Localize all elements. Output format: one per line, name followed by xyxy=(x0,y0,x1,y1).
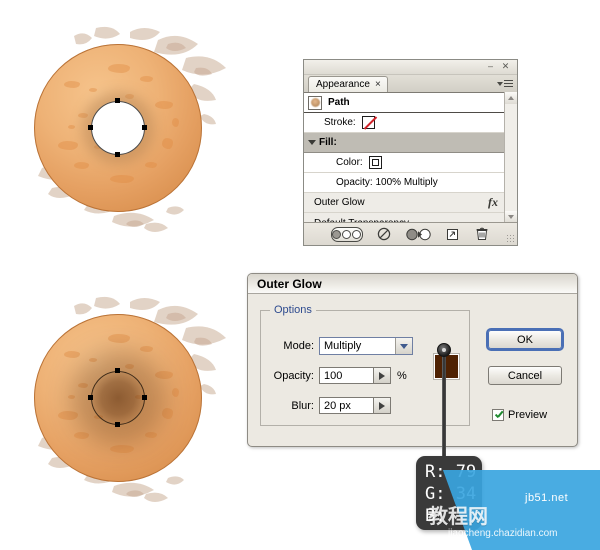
opacity-unit-label: % xyxy=(397,369,407,382)
preview-checkbox-row[interactable]: Preview xyxy=(492,409,547,421)
appearance-panel: – ✕ Appearance × Path Stroke: Fill: Colo… xyxy=(303,59,518,246)
donut-artwork-bottom xyxy=(18,288,238,508)
appearance-panel-footer xyxy=(304,222,517,245)
appearance-row-color-label: Color: xyxy=(336,157,363,168)
blur-label: Blur: xyxy=(291,399,314,412)
duplicate-item-button[interactable] xyxy=(444,227,461,241)
duplicate-page-icon xyxy=(446,228,458,240)
anchor-point-left xyxy=(88,395,93,400)
appearance-row-stroke-label: Stroke: xyxy=(324,117,356,128)
tab-close-icon[interactable]: × xyxy=(375,79,381,90)
clear-appearance-button[interactable] xyxy=(376,227,393,241)
panel-resize-gripper[interactable] xyxy=(506,234,515,243)
appearance-row-outer-glow-label: Outer Glow xyxy=(314,197,365,208)
appearance-row-outer-glow[interactable]: Outer Glow fx xyxy=(304,193,504,213)
reduce-to-basic-appearance-button[interactable] xyxy=(405,227,431,241)
close-icon[interactable]: ✕ xyxy=(500,62,511,72)
new-art-basic-appearance-button[interactable] xyxy=(330,226,363,242)
appearance-list: Path Stroke: Fill: Color: Opacity: 100% … xyxy=(304,92,504,223)
anchor-point-left xyxy=(88,125,93,130)
opacity-field-row: Opacity: 100 % xyxy=(262,367,407,384)
cancel-button[interactable]: Cancel xyxy=(488,366,562,385)
donut-artwork-top xyxy=(18,18,238,238)
minimize-icon[interactable]: – xyxy=(485,62,496,72)
delete-item-button[interactable] xyxy=(474,227,491,241)
watermark-site-label: jb51.net xyxy=(525,492,569,504)
chevron-down-icon[interactable] xyxy=(395,338,412,354)
appearance-row-opacity[interactable]: Opacity: 100% Multiply xyxy=(304,173,504,193)
opacity-stepper[interactable] xyxy=(374,367,391,384)
opacity-label: Opacity: xyxy=(273,369,314,382)
check-icon xyxy=(494,411,503,420)
donut-hole-top xyxy=(91,101,145,155)
rgb-g-value: G: 34 xyxy=(425,484,477,504)
anchor-point-bottom xyxy=(115,152,120,157)
blur-stepper[interactable] xyxy=(374,397,391,414)
rgb-b-value: B: 3 xyxy=(425,506,477,526)
fill-color-swatch-icon[interactable] xyxy=(368,156,382,169)
trash-icon xyxy=(476,227,488,240)
scroll-up-icon[interactable] xyxy=(505,92,517,104)
path-thumbnail-icon xyxy=(308,95,322,110)
ok-button[interactable]: OK xyxy=(486,328,564,351)
outer-glow-dialog: Outer Glow Options Mode: Multiply Opacit… xyxy=(247,273,578,447)
panel-tabstrip: Appearance × xyxy=(304,75,517,93)
appearance-row-path-label: Path xyxy=(328,97,350,108)
mode-field-row: Mode: Multiply xyxy=(276,337,413,355)
half-circle-arrow-icon xyxy=(405,228,431,240)
appearance-row-stroke[interactable]: Stroke: xyxy=(304,113,504,133)
preview-checkbox[interactable] xyxy=(492,409,504,421)
mode-label: Mode: xyxy=(283,340,314,352)
opacity-input[interactable]: 100 xyxy=(319,367,374,384)
donut-hole-bottom-glow xyxy=(91,371,145,425)
panel-menu-icon[interactable] xyxy=(497,77,513,90)
fx-icon[interactable]: fx xyxy=(488,195,498,210)
anchor-point-bottom xyxy=(115,422,120,427)
dialog-title: Outer Glow xyxy=(248,274,577,294)
appearance-row-fill[interactable]: Fill: xyxy=(304,133,504,153)
rgb-color-tooltip: R: 79 G: 34 B: 3 xyxy=(416,456,482,530)
dialog-body: Options Mode: Multiply Opacity: 100 % Bl… xyxy=(248,294,577,447)
tab-appearance-label: Appearance xyxy=(316,79,370,90)
chevron-down-icon[interactable] xyxy=(308,140,316,145)
preview-label: Preview xyxy=(508,409,548,421)
blur-field-row: Blur: 20 px xyxy=(278,397,391,414)
panel-titlebar: – ✕ xyxy=(304,60,517,75)
appearance-row-opacity-label: Opacity: 100% Multiply xyxy=(336,177,438,188)
anchor-point-right xyxy=(142,125,147,130)
blur-input[interactable]: 20 px xyxy=(319,397,374,414)
circle-slash-icon xyxy=(377,227,391,241)
anchor-point-right xyxy=(142,395,147,400)
mode-select-value: Multiply xyxy=(324,340,362,352)
appearance-row-color[interactable]: Color: xyxy=(304,153,504,173)
glow-color-swatch[interactable] xyxy=(434,354,459,379)
stroke-none-swatch-icon[interactable] xyxy=(361,116,375,129)
options-group-legend: Options xyxy=(270,304,316,316)
rgb-r-value: R: 79 xyxy=(425,462,477,482)
mode-select[interactable]: Multiply xyxy=(319,337,413,355)
panel-scrollbar[interactable] xyxy=(504,92,517,223)
anchor-point-top xyxy=(115,98,120,103)
anchor-point-top xyxy=(115,368,120,373)
appearance-row-fill-label: Fill: xyxy=(319,137,337,148)
appearance-row-path[interactable]: Path xyxy=(304,93,504,113)
tab-appearance[interactable]: Appearance × xyxy=(308,76,388,92)
